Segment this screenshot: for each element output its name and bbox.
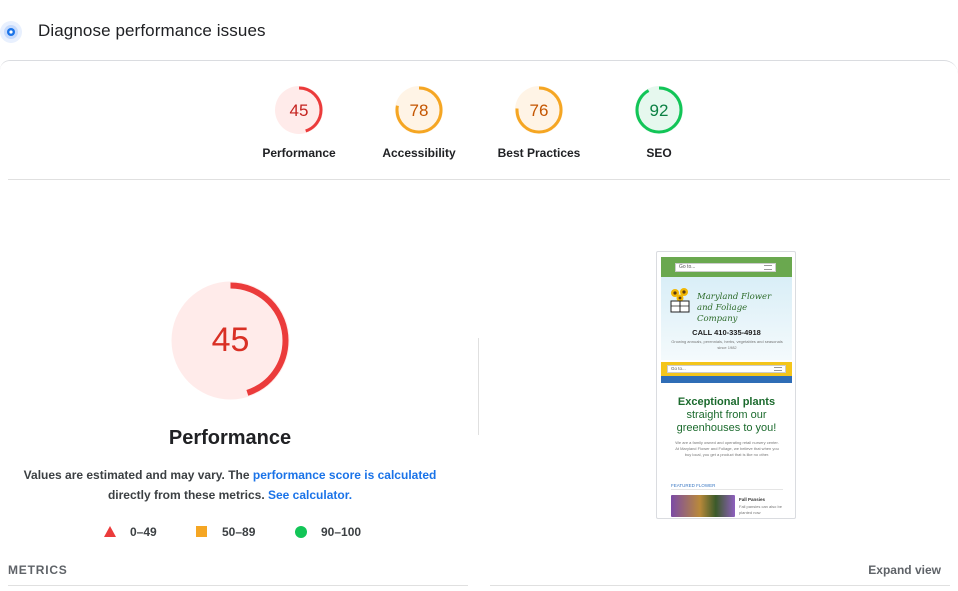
circle-icon — [295, 526, 307, 538]
legend-item-average: 50–89 — [196, 522, 255, 542]
screenshot-rule — [671, 489, 783, 490]
performance-gauge: 45 — [171, 281, 290, 400]
divider — [8, 585, 468, 586]
screenshot-paragraph: We are a family owned and operating reta… — [675, 440, 779, 457]
screenshot-nav: Go to... — [675, 263, 776, 272]
performance-title: Performance — [168, 427, 292, 449]
score-value: 76 — [530, 101, 549, 120]
score-value: 92 — [650, 101, 669, 120]
triangle-icon — [104, 526, 116, 537]
desc-text-1: Values are estimated and may vary. The — [23, 468, 253, 482]
score-gauge-accessibility[interactable]: 78 Accessibility — [359, 85, 479, 160]
score-gauge-seo[interactable]: 92 SEO — [599, 85, 719, 160]
top-bar: Diagnose performance issues — [0, 0, 958, 60]
desc-text-2: directly from these metrics. — [107, 488, 268, 502]
score-label: Accessibility — [382, 146, 456, 160]
screenshot-tagline: Growing annuals, perennials, herbs, vege… — [671, 339, 783, 350]
performance-description: Values are estimated and may vary. The p… — [20, 465, 440, 505]
divider — [490, 585, 950, 586]
screenshot-blue-bar — [661, 376, 792, 383]
score-calculated-link[interactable]: performance score is calculated — [253, 468, 436, 482]
flower-image — [671, 495, 735, 517]
score-ring: 78 — [395, 86, 443, 134]
score-label: Performance — [262, 146, 336, 160]
section-title: Diagnose performance issues — [38, 21, 266, 40]
see-calculator-link[interactable]: See calculator. — [268, 488, 352, 502]
score-ring: 92 — [635, 86, 683, 134]
screenshot-featured-title: Fall Pansies — [739, 497, 766, 502]
score-label: Best Practices — [497, 146, 581, 160]
screenshot-nav-2: Go to... — [667, 365, 786, 373]
screenshot-subheadline: straight from our greenhouses to you! — [676, 409, 777, 434]
menu-icon — [764, 265, 772, 270]
vertical-divider — [478, 338, 479, 435]
screenshot-featured-text: Fall pansies can also be planted now — [739, 504, 782, 515]
score-gauge-performance[interactable]: 45 Performance — [239, 85, 359, 160]
screenshot-phone: CALL 410-335-4918 — [692, 328, 761, 337]
score-value: 78 — [410, 101, 429, 120]
screenshot-featured-label: FEATURED FLOWER — [671, 483, 716, 488]
score-label: SEO — [646, 146, 672, 160]
diagnose-icon — [0, 21, 22, 43]
sunflower-logo-icon — [670, 288, 690, 313]
screenshot-headline: Exceptional plants — [677, 396, 776, 408]
divider — [8, 179, 950, 180]
legend-item-pass: 90–100 — [295, 522, 361, 542]
menu-icon — [774, 367, 782, 371]
metrics-heading: METRICS — [8, 563, 68, 577]
score-ring: 45 — [275, 86, 323, 134]
score-legend: 0–49 50–89 90–100 — [0, 522, 480, 542]
performance-gauge-value: 45 — [212, 321, 250, 359]
page-screenshot: Go to... Maryland Flower and Foliage Com… — [656, 251, 796, 519]
score-value: 45 — [290, 101, 309, 120]
legend-item-fail: 0–49 — [104, 522, 157, 542]
screenshot-brand: Maryland Flower and Foliage Company — [697, 292, 772, 324]
score-gauge-best-practices[interactable]: 76 Best Practices — [479, 85, 599, 160]
square-icon — [196, 526, 207, 537]
score-ring: 76 — [515, 86, 563, 134]
expand-view-button[interactable]: Expand view — [868, 563, 941, 577]
